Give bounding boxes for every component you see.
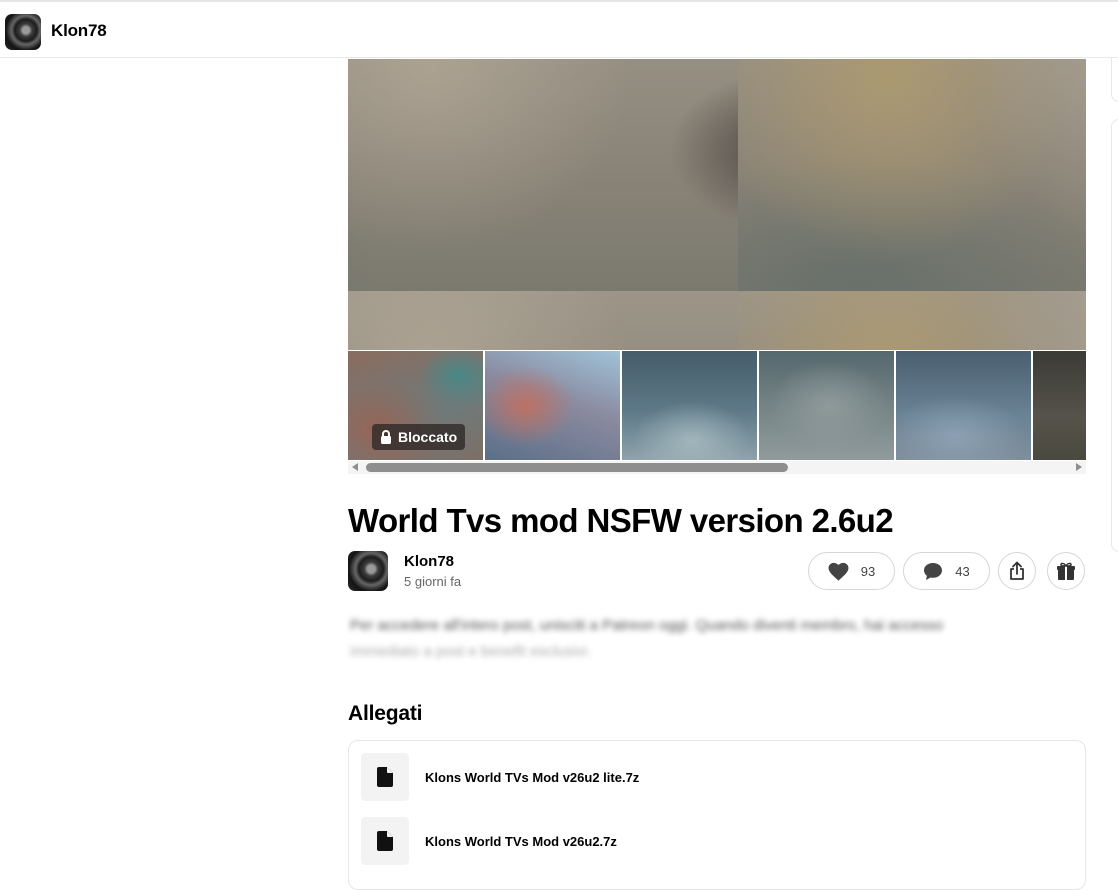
creator-name[interactable]: Klon78	[51, 21, 107, 41]
attachment-item[interactable]: Klons World TVs Mod v26u2.7z	[361, 817, 617, 865]
locked-badge: Bloccato	[372, 424, 466, 450]
heart-icon	[828, 562, 849, 581]
attachment-name[interactable]: Klons World TVs Mod v26u2 lite.7z	[425, 770, 639, 785]
side-panel	[1111, 119, 1118, 552]
scroll-right-arrow-icon[interactable]	[1076, 463, 1082, 471]
gift-icon	[1056, 561, 1076, 581]
side-panel-top	[1111, 58, 1118, 102]
gallery-thumbnail[interactable]	[485, 351, 620, 460]
gallery-scrollbar[interactable]	[348, 461, 1086, 474]
gallery-thumbnail[interactable]: Bloccato	[348, 351, 483, 460]
share-button[interactable]	[998, 552, 1036, 590]
share-icon	[1008, 561, 1026, 581]
gallery-thumbnail[interactable]	[622, 351, 757, 460]
attachments-heading: Allegati	[348, 702, 423, 725]
gallery-thumbnail[interactable]	[896, 351, 1031, 460]
locked-content-teaser: Per accedere all'intero post, unisciti a…	[350, 613, 1085, 665]
teaser-line: immediato a post e benefit esclusivi.	[350, 643, 591, 660]
scroll-left-arrow-icon[interactable]	[352, 463, 358, 471]
creator-header: Klon78	[0, 0, 1118, 58]
gallery-thumbnails: Bloccato	[348, 351, 1086, 460]
attachment-item[interactable]: Klons World TVs Mod v26u2 lite.7z	[361, 753, 639, 801]
teaser-line: Per accedere all'intero post, unisciti a…	[350, 617, 944, 634]
creator-avatar[interactable]	[5, 14, 41, 50]
file-icon	[361, 817, 409, 865]
post-timestamp: 5 giorni fa	[404, 574, 462, 589]
post-title: World Tvs mod NSFW version 2.6u2	[348, 502, 894, 539]
scrollbar-thumb[interactable]	[366, 463, 788, 472]
file-icon	[361, 753, 409, 801]
comment-icon	[923, 562, 943, 581]
attachment-name[interactable]: Klons World TVs Mod v26u2.7z	[425, 834, 617, 849]
comment-count: 43	[955, 563, 970, 579]
like-button[interactable]: 93	[808, 552, 895, 590]
like-count: 93	[860, 563, 876, 579]
gift-button[interactable]	[1047, 552, 1085, 590]
comment-button[interactable]: 43	[903, 552, 990, 590]
locked-label: Bloccato	[398, 429, 458, 445]
attachments-list: Klons World TVs Mod v26u2 lite.7z Klons …	[348, 740, 1086, 890]
author-name[interactable]: Klon78	[404, 553, 454, 570]
author-avatar[interactable]	[348, 551, 388, 591]
post-hero-image[interactable]	[348, 59, 1086, 350]
gallery-thumbnail[interactable]	[1033, 351, 1086, 460]
gallery-thumbnail[interactable]	[759, 351, 894, 460]
lock-icon	[380, 430, 392, 444]
